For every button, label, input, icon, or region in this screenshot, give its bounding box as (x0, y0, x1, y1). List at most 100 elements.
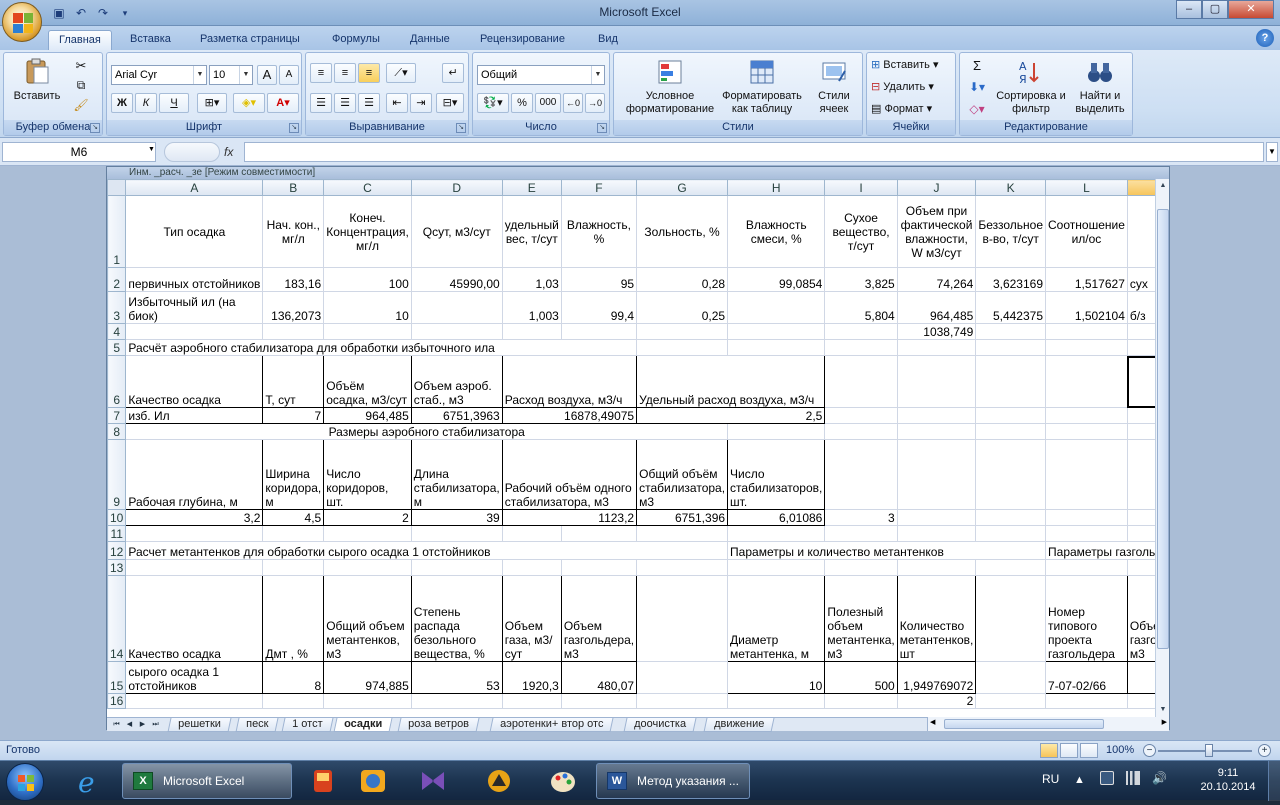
camera-icon[interactable] (346, 764, 400, 799)
sheet-tab[interactable]: роза ветров (397, 718, 480, 732)
row-header[interactable]: 16 (107, 693, 127, 709)
row-header[interactable]: 4 (107, 323, 127, 340)
table-cell[interactable] (410, 525, 503, 542)
table-cell[interactable]: удельный вес, т/сут (501, 195, 562, 268)
tab-page-layout[interactable]: Разметка страницы (190, 30, 310, 50)
underline-button[interactable]: Ч (159, 93, 189, 113)
table-cell[interactable]: 136,2073 (262, 291, 325, 324)
table-cell[interactable]: Qсут, м3/сут (410, 195, 503, 268)
table-cell[interactable] (560, 559, 638, 576)
table-cell[interactable] (727, 423, 826, 440)
taskbar-word-document[interactable]: W Метод указания ... (596, 763, 750, 799)
table-cell[interactable]: Качество осадка (125, 355, 264, 408)
table-cell[interactable] (262, 559, 325, 576)
table-cell[interactable]: 300 (1126, 661, 1155, 694)
table-cell[interactable]: Дмт , % (262, 575, 325, 662)
wrap-text-icon[interactable]: ↵ (442, 63, 464, 83)
internet-explorer-icon[interactable]: e (62, 764, 116, 799)
table-cell[interactable] (975, 407, 1047, 424)
table-cell[interactable] (1045, 407, 1128, 424)
shrink-font-button[interactable]: A (279, 65, 299, 85)
volume-icon[interactable]: 🔊 (1152, 771, 1167, 785)
table-cell[interactable] (824, 559, 898, 576)
table-cell[interactable]: 1,03 (501, 267, 562, 292)
row-header[interactable]: 2 (107, 267, 127, 292)
table-cell[interactable]: 0,25 (636, 291, 729, 324)
table-cell[interactable]: Размеры аэробного стабилизатора (125, 423, 729, 440)
table-cell[interactable]: 1,517627 (1045, 267, 1128, 292)
row-header[interactable]: 5 (107, 339, 127, 356)
table-cell[interactable] (824, 355, 898, 408)
table-cell[interactable]: 10 (323, 291, 412, 324)
table-cell[interactable]: Объем газа, м3/сут (501, 575, 562, 662)
table-cell[interactable]: Расход воздуха, м3/ч (501, 355, 638, 408)
find-select-button[interactable]: Найти и выделить (1070, 57, 1130, 116)
table-cell[interactable] (1045, 525, 1128, 542)
table-cell[interactable] (323, 323, 412, 340)
table-cell[interactable]: Объем газгольдера, м3 (1126, 575, 1155, 662)
table-cell[interactable]: 1,949769072 (896, 661, 977, 694)
taskbar-excel[interactable]: X Microsoft Excel (122, 763, 292, 799)
table-cell[interactable]: Влажность, % (560, 195, 638, 268)
table-cell[interactable]: Объем газгольдера, м3 (560, 575, 638, 662)
show-desktop-button[interactable] (1268, 761, 1280, 801)
column-header[interactable]: L (1045, 179, 1128, 196)
autosum-button[interactable]: Σ (964, 59, 990, 72)
table-cell[interactable]: 2 (896, 693, 977, 709)
row-header[interactable]: 9 (107, 439, 127, 510)
row-header[interactable]: 15 (107, 661, 127, 694)
column-header[interactable]: G (636, 179, 729, 196)
table-cell[interactable] (1045, 439, 1128, 510)
font-name-combo[interactable]: Arial Cyr ▼ (111, 65, 207, 85)
table-cell[interactable] (560, 323, 638, 340)
table-cell[interactable]: 16878,49075 (501, 407, 638, 424)
row-header[interactable]: 3 (107, 291, 127, 324)
table-cell[interactable]: 45990,00 (410, 267, 503, 292)
paste-button[interactable]: Вставить (12, 57, 62, 103)
table-cell[interactable]: 74,264 (896, 267, 977, 292)
table-cell[interactable] (125, 559, 264, 576)
row-header[interactable]: 1 (107, 195, 127, 268)
table-cell[interactable]: Расчёт аэробного стабилизатора для обраб… (125, 339, 638, 356)
clear-icon[interactable]: ◇▾ (964, 103, 990, 116)
table-cell[interactable] (636, 575, 729, 662)
decrease-indent-icon[interactable]: ⇤ (386, 93, 408, 113)
table-cell[interactable] (1045, 423, 1128, 440)
table-cell[interactable]: 4,5 (262, 509, 325, 526)
scroll-up-icon[interactable]: ▲ (1156, 179, 1170, 193)
chevron-down-icon[interactable]: ▼ (148, 146, 155, 153)
first-sheet-icon[interactable]: ⏮ (111, 719, 122, 730)
table-cell[interactable]: 7-07-02/66 (1045, 661, 1128, 694)
tab-home[interactable]: Главная (48, 30, 112, 50)
table-cell[interactable]: б/з (1126, 291, 1155, 324)
table-cell[interactable]: Число стабилизаторов, шт. (727, 439, 826, 510)
table-cell[interactable] (636, 559, 729, 576)
sheet-tab[interactable]: решетки (167, 718, 232, 732)
tab-review[interactable]: Рецензирование (470, 30, 575, 50)
table-cell[interactable] (410, 323, 503, 340)
table-cell[interactable] (975, 339, 1047, 356)
copy-icon[interactable]: ⧉ (72, 79, 90, 95)
table-cell[interactable]: 964,485 (323, 407, 412, 424)
table-cell[interactable]: 3,623169 (975, 267, 1047, 292)
number-launcher-icon[interactable]: ↘ (597, 123, 607, 133)
table-cell[interactable]: 10 (727, 661, 826, 694)
sheet-tab[interactable]: песк (235, 718, 279, 732)
table-cell[interactable] (824, 525, 898, 542)
table-cell[interactable]: Конеч. Концентрация, мг/л (323, 195, 412, 268)
table-cell[interactable]: 1123,2 (501, 509, 638, 526)
row-header[interactable]: 6 (107, 355, 127, 408)
font-color-icon[interactable]: A▾ (267, 93, 299, 113)
column-header[interactable]: H (727, 179, 826, 196)
name-box[interactable]: M6 (2, 142, 156, 162)
table-cell[interactable] (125, 323, 264, 340)
next-sheet-icon[interactable]: ▶ (137, 719, 148, 730)
table-cell[interactable]: Общий объем метантенков, м3 (323, 575, 412, 662)
table-cell[interactable]: 974,885 (323, 661, 412, 694)
italic-button[interactable]: К (135, 93, 157, 113)
grow-font-button[interactable]: A (257, 65, 277, 85)
align-bottom-icon[interactable]: ≡ (358, 63, 380, 83)
horizontal-scrollbar[interactable]: ◀ ▶ (927, 717, 1169, 731)
table-cell[interactable]: 2 (323, 509, 412, 526)
table-cell[interactable]: 2,5 (636, 407, 826, 424)
